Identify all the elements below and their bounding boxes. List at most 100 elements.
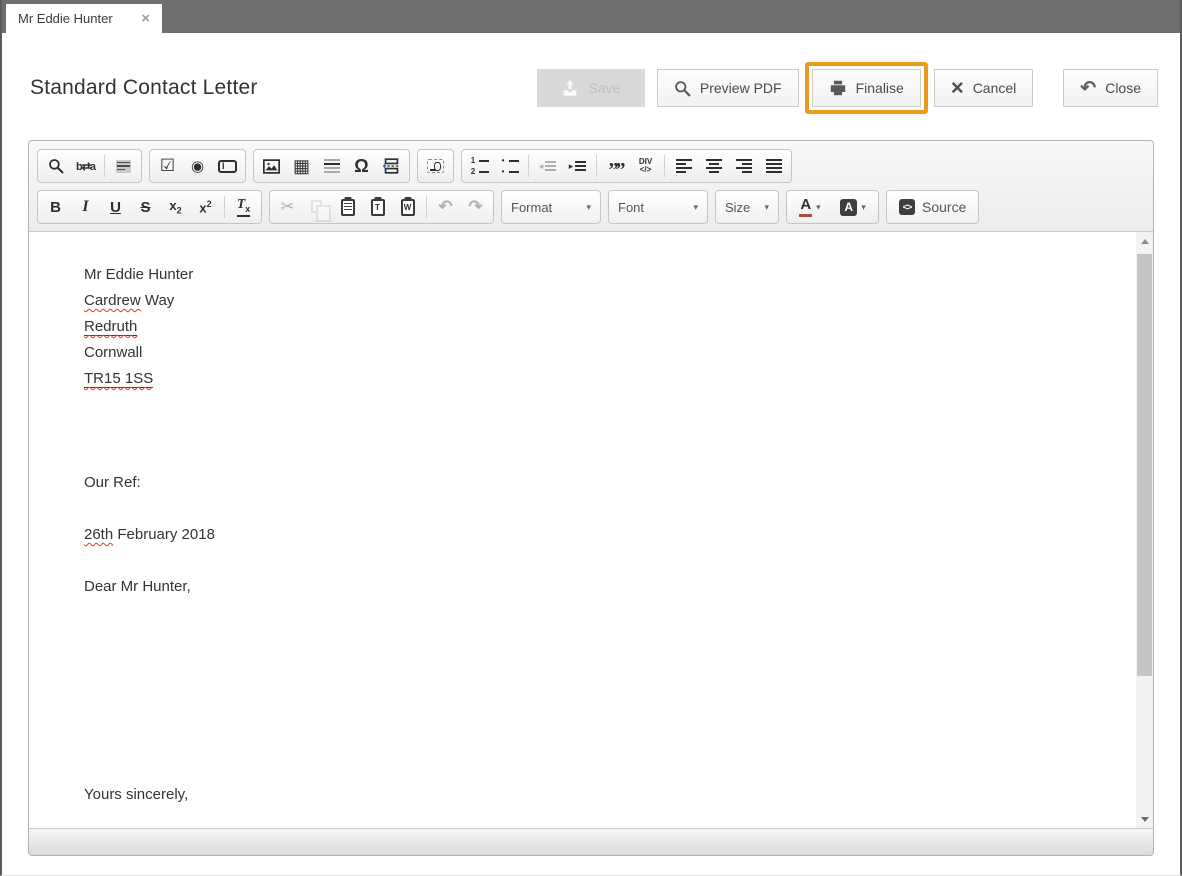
rich-text-editor: b⇄a ☑ ◉ I ▦ Ω 1 2 • • ◂ ▸ ”” DIV </> B I… (28, 140, 1154, 856)
align-center-button[interactable] (699, 152, 728, 181)
subscript-button[interactable]: x2 (161, 193, 190, 222)
tab-mr-eddie-hunter[interactable]: Mr Eddie Hunter × (6, 4, 162, 33)
remove-format-icon: Tx (236, 197, 251, 217)
replace-icon: b⇄a (75, 160, 96, 173)
align-left-icon (675, 159, 692, 173)
editor-content-area[interactable]: Mr Eddie Hunter Cardrew Way Redruth Corn… (29, 232, 1153, 828)
page-break-button[interactable] (377, 152, 406, 181)
create-div-button[interactable]: DIV </> (631, 152, 660, 181)
strikethrough-button[interactable]: S (131, 193, 160, 222)
letter-body[interactable]: Mr Eddie Hunter Cardrew Way Redruth Corn… (29, 232, 1153, 808)
superscript-button[interactable]: x2 (191, 193, 220, 222)
replace-button[interactable]: b⇄a (71, 152, 100, 181)
size-dropdown[interactable]: Size ▾ (715, 190, 779, 224)
address-line-1: Cardrew Way (84, 292, 175, 309)
recipient-line: Mr Eddie Hunter (84, 266, 194, 283)
bold-button[interactable]: B (41, 193, 70, 222)
align-center-icon (705, 159, 722, 173)
radio-button[interactable]: ◉ (183, 152, 212, 181)
close-button[interactable]: ↶ Close (1063, 69, 1158, 107)
group-insert: ▦ Ω (253, 149, 410, 183)
align-right-button[interactable] (729, 152, 758, 181)
close-label: Close (1105, 80, 1141, 96)
cut-button[interactable]: ✂ (273, 193, 302, 222)
copy-button[interactable] (303, 193, 332, 222)
bulleted-list-button[interactable]: • • (495, 152, 524, 181)
tab-close-icon[interactable]: × (141, 11, 150, 26)
scroll-down-icon (1140, 816, 1149, 822)
format-dropdown[interactable]: Format ▾ (501, 190, 601, 224)
blockquote-icon: ”” (608, 159, 626, 181)
salutation-line: Dear Mr Hunter, (84, 578, 191, 595)
text-color-button[interactable]: A ▾ (790, 193, 830, 222)
separator (426, 196, 427, 218)
scroll-up-button[interactable] (1136, 232, 1153, 250)
group-clipboard: ✂ T W ↶ ↷ (269, 190, 494, 224)
group-paragraph: 1 2 • • ◂ ▸ ”” DIV </> (461, 149, 792, 183)
underline-icon: U (110, 198, 121, 216)
italic-button[interactable]: I (71, 193, 100, 222)
text-field-button[interactable]: I (213, 152, 242, 181)
remove-format-button[interactable]: Tx (229, 193, 258, 222)
preview-pdf-button[interactable]: Preview PDF (656, 69, 799, 107)
font-dropdown[interactable]: Font ▾ (608, 190, 708, 224)
align-left-button[interactable] (669, 152, 698, 181)
separator (664, 155, 665, 177)
find-button[interactable] (41, 152, 70, 181)
finalise-button[interactable]: Finalise (811, 69, 921, 107)
special-character-button[interactable]: Ω (347, 152, 376, 181)
save-button[interactable]: Save (536, 69, 645, 107)
strikethrough-icon: S (140, 198, 151, 216)
justify-button[interactable] (759, 152, 788, 181)
finalise-highlight-box: Finalise (804, 62, 928, 114)
underline-button[interactable]: U (101, 193, 130, 222)
separator (596, 155, 597, 177)
address-line-2: Redruth (84, 314, 1083, 340)
decrease-indent-button[interactable]: ◂ (533, 152, 562, 181)
select-all-button[interactable] (109, 152, 138, 181)
preview-pdf-label: Preview PDF (699, 80, 782, 96)
paste-button[interactable] (333, 193, 362, 222)
paste-from-word-button[interactable]: W (393, 193, 422, 222)
background-color-button[interactable]: A ▾ (831, 193, 875, 222)
numbered-list-button[interactable]: 1 2 (465, 152, 494, 181)
scrollbar-thumb[interactable] (1137, 254, 1152, 676)
page-title: Standard Contact Letter (30, 76, 258, 99)
increase-indent-button[interactable]: ▸ (563, 152, 592, 181)
date-line: 26th February 2018 (84, 526, 215, 543)
image-icon (263, 158, 280, 174)
table-icon: ▦ (292, 156, 310, 176)
redo-button[interactable]: ↷ (461, 193, 490, 222)
iframe-icon (427, 159, 444, 173)
paste-plain-text-button[interactable]: T (363, 193, 392, 222)
group-forms: ☑ ◉ I (149, 149, 246, 183)
scroll-down-button[interactable] (1136, 810, 1153, 828)
blockquote-button[interactable]: ”” (601, 156, 630, 185)
cancel-label: Cancel (972, 80, 1017, 96)
scrollbar[interactable] (1136, 232, 1153, 828)
chevron-down-icon: ▾ (764, 201, 769, 212)
source-button[interactable]: <> Source (886, 190, 980, 224)
italic-icon: I (82, 198, 89, 215)
postcode-line: TR15 1SS (84, 366, 1083, 392)
bold-icon: B (50, 198, 61, 216)
increase-indent-icon: ▸ (569, 161, 587, 171)
redo-icon: ↷ (468, 197, 483, 216)
undo-button[interactable]: ↶ (431, 193, 460, 222)
editor-toolbar: b⇄a ☑ ◉ I ▦ Ω 1 2 • • ◂ ▸ ”” DIV </> B I… (29, 141, 1153, 232)
cancel-button[interactable]: × Cancel (933, 69, 1034, 107)
image-button[interactable] (257, 152, 286, 181)
table-button[interactable]: ▦ (287, 152, 316, 181)
font-label: Font (618, 199, 645, 215)
checkbox-button[interactable]: ☑ (153, 152, 182, 181)
iframe-button[interactable] (421, 152, 450, 181)
omega-icon: Ω (354, 155, 369, 176)
tab-bar: Mr Eddie Hunter × (2, 0, 1180, 33)
copy-icon (310, 199, 331, 222)
chevron-down-icon: ▾ (586, 201, 591, 212)
misspelled-word: 26th (84, 526, 114, 543)
finalise-label: Finalise (855, 80, 904, 96)
background-color-icon: A ▾ (840, 198, 866, 216)
horizontal-rule-button[interactable] (317, 152, 346, 181)
group-basicstyles: B I U S x2 x2 Tx (37, 190, 262, 224)
